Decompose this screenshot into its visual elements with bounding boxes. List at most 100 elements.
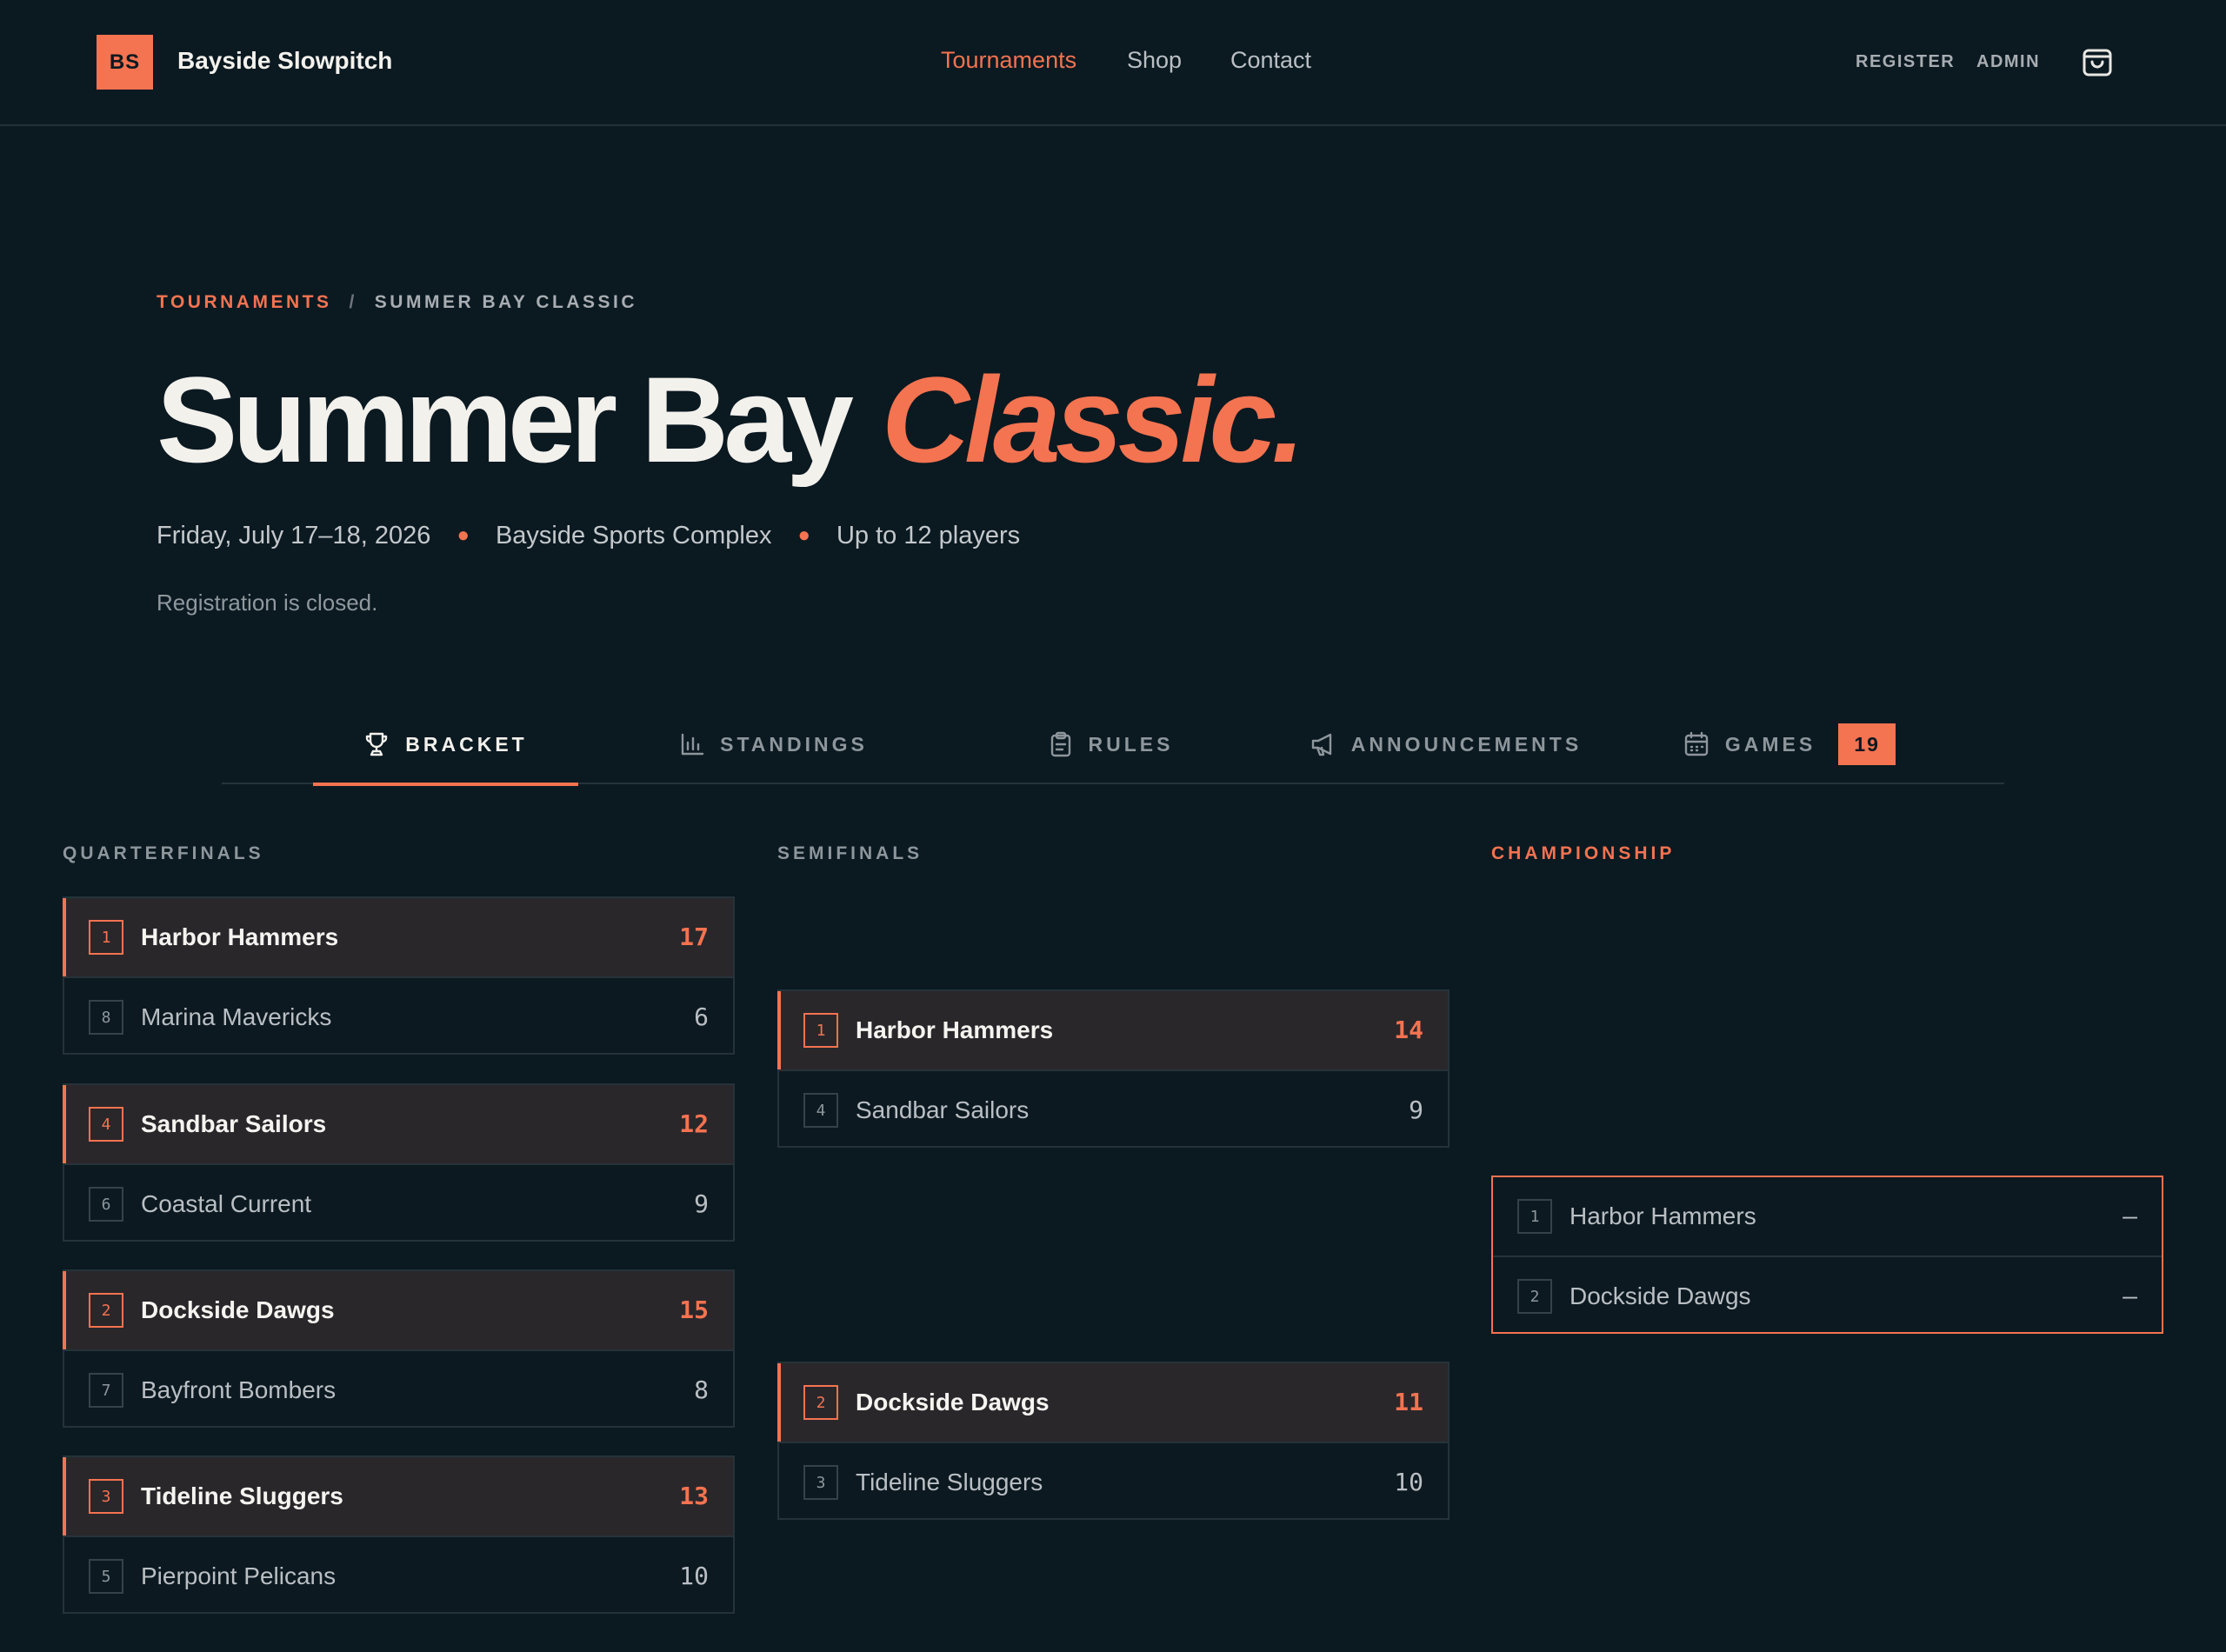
team-score: – <box>2123 1202 2137 1230</box>
seed-badge: 6 <box>89 1187 123 1222</box>
team-row[interactable]: 1 Harbor Hammers 14 <box>777 991 1448 1069</box>
team-row[interactable]: 6 Coastal Current 9 <box>64 1163 733 1242</box>
seed-badge: 1 <box>89 920 123 955</box>
team-row[interactable]: 1 Harbor Hammers 17 <box>63 898 733 976</box>
team-row[interactable]: 4 Sandbar Sailors 9 <box>779 1069 1448 1148</box>
tournament-venue: Bayside Sports Complex <box>495 521 772 550</box>
team-row[interactable]: 1 Harbor Hammers – <box>1493 1177 2162 1256</box>
tournament-capacity: Up to 12 players <box>836 521 1021 550</box>
team-row[interactable]: 7 Bayfront Bombers 8 <box>64 1349 733 1428</box>
team-row[interactable]: 3 Tideline Sluggers 10 <box>779 1442 1448 1520</box>
trophy-icon <box>366 732 388 756</box>
seed-badge: 3 <box>803 1465 838 1500</box>
seed-badge: 2 <box>1517 1279 1552 1314</box>
team-name: Harbor Hammers <box>856 1016 1054 1043</box>
team-row[interactable]: 3 Tideline Sluggers 13 <box>63 1457 733 1535</box>
team-score: 10 <box>679 1562 709 1590</box>
match-qf-4[interactable]: 3 Tideline Sluggers 13 5 Pierpoint Pelic… <box>63 1455 735 1614</box>
team-row[interactable]: 2 Dockside Dawgs 15 <box>63 1271 733 1349</box>
seed-badge: 7 <box>89 1373 123 1408</box>
team-name: Dockside Dawgs <box>141 1296 335 1323</box>
tab-bracket-label: BRACKET <box>405 732 528 756</box>
tab-games-label: GAMES <box>1724 732 1816 756</box>
team-name: Harbor Hammers <box>141 923 339 950</box>
team-score: 14 <box>1394 1016 1423 1044</box>
breadcrumb: TOURNAMENTS / SUMMER BAY CLASSIC <box>157 292 637 313</box>
team-score: 8 <box>694 1376 709 1404</box>
breadcrumb-tournaments[interactable]: TOURNAMENTS <box>157 292 331 312</box>
match-sf-1[interactable]: 1 Harbor Hammers 14 4 Sandbar Sailors 9 <box>777 989 1450 1148</box>
team-name: Dockside Dawgs <box>856 1389 1050 1416</box>
match-qf-2[interactable]: 4 Sandbar Sailors 12 6 Coastal Current 9 <box>63 1083 735 1242</box>
seed-badge: 1 <box>1517 1199 1552 1234</box>
team-score: 13 <box>679 1482 709 1510</box>
seed-badge: 1 <box>803 1013 838 1048</box>
team-name: Tideline Sluggers <box>856 1469 1043 1495</box>
tournament-date: Friday, July 17–18, 2026 <box>157 521 431 550</box>
team-name: Marina Mavericks <box>141 1003 332 1030</box>
admin-link[interactable]: ADMIN <box>1976 52 2040 72</box>
team-name: Tideline Sluggers <box>141 1482 343 1509</box>
tab-standings-label: STANDINGS <box>720 732 868 756</box>
tab-bracket[interactable]: BRACKET <box>313 704 578 786</box>
clipboard-icon <box>1050 731 1070 757</box>
team-score: 11 <box>1394 1388 1423 1416</box>
round-label-championship: CHAMPIONSHIP <box>1491 843 1676 863</box>
tab-bar: BRACKET STANDINGS RULES ANNOUNCEMENTS GA… <box>222 704 2004 786</box>
team-name: Coastal Current <box>141 1190 312 1217</box>
team-row[interactable]: 4 Sandbar Sailors 12 <box>63 1085 733 1163</box>
tab-games[interactable]: GAMES 19 <box>1672 704 1907 784</box>
title-main: Summer Bay <box>157 351 854 488</box>
team-name: Dockside Dawgs <box>1570 1282 1751 1309</box>
nav-tournaments[interactable]: Tournaments <box>941 47 1076 74</box>
team-name: Sandbar Sailors <box>856 1096 1030 1123</box>
match-qf-3[interactable]: 2 Dockside Dawgs 15 7 Bayfront Bombers 8 <box>63 1269 735 1428</box>
tab-rules[interactable]: RULES <box>1039 704 1183 784</box>
megaphone-icon <box>1311 733 1331 756</box>
seed-badge: 4 <box>89 1107 123 1142</box>
nav-contact[interactable]: Contact <box>1230 47 1311 74</box>
tab-announcements[interactable]: ANNOUNCEMENTS <box>1300 704 1591 784</box>
team-row[interactable]: 2 Dockside Dawgs 11 <box>777 1363 1448 1442</box>
team-name: Pierpoint Pelicans <box>141 1562 337 1589</box>
register-link[interactable]: REGISTER <box>1856 52 1955 72</box>
shopping-bag-icon[interactable] <box>2081 45 2114 78</box>
match-championship[interactable]: 1 Harbor Hammers – 2 Dockside Dawgs – <box>1491 1176 2163 1334</box>
meta-dot: ● <box>797 523 810 547</box>
bar-chart-icon <box>681 733 704 756</box>
meta-dot: ● <box>457 523 470 547</box>
games-count-badge: 19 <box>1838 723 1896 765</box>
title-accent: Classic. <box>881 351 1305 488</box>
team-score: 12 <box>679 1109 709 1138</box>
seed-badge: 2 <box>89 1293 123 1328</box>
team-score: 10 <box>1394 1468 1423 1496</box>
team-name: Bayfront Bombers <box>141 1376 337 1403</box>
seed-badge: 3 <box>89 1479 123 1514</box>
team-row[interactable]: 2 Dockside Dawgs – <box>1493 1256 2162 1334</box>
tab-standings[interactable]: STANDINGS <box>674 704 874 784</box>
tab-announcements-label: ANNOUNCEMENTS <box>1350 732 1583 756</box>
team-score: 9 <box>694 1189 709 1218</box>
tab-rules-label: RULES <box>1088 732 1174 756</box>
team-row[interactable]: 5 Pierpoint Pelicans 10 <box>64 1535 733 1614</box>
team-row[interactable]: 8 Marina Mavericks 6 <box>64 976 733 1055</box>
page-title: Summer Bay Classic. <box>157 346 1305 494</box>
team-name: Sandbar Sailors <box>141 1110 327 1137</box>
seed-badge: 8 <box>89 1000 123 1035</box>
round-label-semifinals: SEMIFINALS <box>777 843 923 863</box>
team-score: 15 <box>679 1296 709 1324</box>
seed-badge: 4 <box>803 1093 838 1128</box>
tournament-meta: Friday, July 17–18, 2026 ● Bayside Sport… <box>157 520 1020 551</box>
seed-badge: 2 <box>803 1385 838 1420</box>
calendar-icon <box>1684 731 1709 756</box>
registration-status: Registration is closed. <box>157 590 378 616</box>
team-score: – <box>2123 1282 2137 1310</box>
match-qf-1[interactable]: 1 Harbor Hammers 17 8 Marina Mavericks 6 <box>63 896 735 1055</box>
team-score: 9 <box>1409 1096 1423 1124</box>
team-score: 17 <box>679 923 709 951</box>
team-score: 6 <box>694 1003 709 1031</box>
match-sf-2[interactable]: 2 Dockside Dawgs 11 3 Tideline Sluggers … <box>777 1362 1450 1520</box>
seed-badge: 5 <box>89 1559 123 1594</box>
breadcrumb-separator: / <box>349 292 357 312</box>
nav-shop[interactable]: Shop <box>1127 47 1182 74</box>
